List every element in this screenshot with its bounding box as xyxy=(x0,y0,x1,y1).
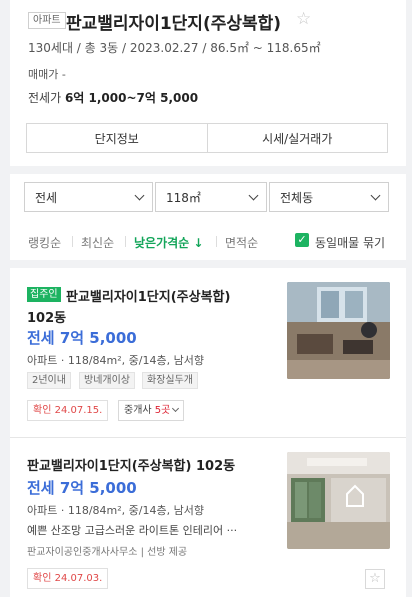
sale-price-line: 매매가 - xyxy=(28,66,66,82)
favorite-star-icon[interactable]: ☆ xyxy=(365,569,385,589)
sort-low-price[interactable]: 낮은가격순 ↓ xyxy=(134,234,203,251)
room-photo xyxy=(287,452,390,549)
listing-photo[interactable] xyxy=(287,452,390,549)
lease-price-line: 전세가 6억 1,000~7억 5,000 xyxy=(28,89,198,106)
feature-tag: 화장실두개 xyxy=(142,372,198,389)
sale-price-label: 매매가 xyxy=(28,68,59,81)
complex-title: 판교밸리자이1단지(주상복합) xyxy=(66,14,282,34)
agent-line: 판교자이공인중개사사무소 | 선방 제공 xyxy=(27,547,188,558)
listing-description: 예쁜 산조망 고급스러운 라이트톤 인테리어 ··· xyxy=(27,524,238,537)
lease-price-value: 6억 1,000~7억 5,000 xyxy=(64,91,199,105)
chevron-down-icon xyxy=(134,190,145,201)
complex-info-button[interactable]: 단지정보 xyxy=(27,124,207,152)
building-value: 전체동 xyxy=(280,190,314,205)
owner-badge: 집주인 xyxy=(27,287,61,302)
listing-price: 전세 7억 5,000 xyxy=(27,479,137,497)
listing-building: 102동 xyxy=(27,311,67,326)
checkbox-checked-icon[interactable]: ✓ xyxy=(295,233,309,247)
sort-arrow-icon: ↓ xyxy=(193,236,204,250)
listing-spec: 아파트 · 118/84m², 중/14층, 남서향 xyxy=(27,354,204,367)
chevron-down-icon xyxy=(248,190,259,201)
lease-price-label: 전세가 xyxy=(28,91,62,105)
living-room-photo xyxy=(287,282,390,379)
listing-title[interactable]: 판교밸리자이1단지(주상복합) 102동 xyxy=(27,455,235,474)
sort-latest[interactable]: 최신순 xyxy=(81,234,114,251)
feature-tag: 방네개이상 xyxy=(79,372,135,389)
property-type-tag: 아파트 xyxy=(28,12,66,29)
price-history-button[interactable]: 시세/실거래가 xyxy=(206,124,388,152)
agent-count: 5곳 xyxy=(154,405,171,416)
listing-price: 전세 7억 5,000 xyxy=(27,329,137,347)
sort-low-price-label: 낮은가격순 xyxy=(134,236,190,250)
listing-panel: 아파트 판교밸리자이1단지(주상복합) ☆ 130세대 / 총 3동 / 202… xyxy=(10,0,406,597)
section-separator xyxy=(10,260,406,268)
confirm-date-badge: 확인 24.07.03. xyxy=(27,568,109,589)
area-select[interactable]: 118㎡ xyxy=(155,182,267,212)
agent-count-dropdown[interactable]: 중개사 5곳 xyxy=(118,400,185,421)
listing-photo[interactable] xyxy=(287,282,390,379)
favorite-star-icon[interactable]: ☆ xyxy=(296,9,311,29)
sort-area[interactable]: 면적순 xyxy=(225,234,258,251)
area-value: 118㎡ xyxy=(166,190,201,205)
section-separator xyxy=(10,166,406,174)
sort-divider xyxy=(72,236,73,247)
listing-title[interactable]: 판교밸리자이1단지(주상복합) xyxy=(66,286,230,305)
complex-meta: 130세대 / 총 3동 / 2023.02.27 / 86.5㎡ ~ 118.… xyxy=(28,41,321,55)
agent-prefix: 중개사 xyxy=(124,405,152,416)
feature-tag: 2년이내 xyxy=(27,372,71,389)
trade-type-select[interactable]: 전세 xyxy=(24,182,153,212)
group-same-label[interactable]: 동일매물 묶기 xyxy=(315,234,385,251)
sale-price-value: - xyxy=(61,68,66,81)
listing-divider xyxy=(10,437,406,438)
sort-divider xyxy=(125,236,126,247)
sort-ranking[interactable]: 랭킹순 xyxy=(28,234,61,251)
listing-spec: 아파트 · 118/84m², 중/14층, 남서향 xyxy=(27,504,204,517)
confirm-date-badge: 확인 24.07.15. xyxy=(27,400,109,421)
sort-divider xyxy=(216,236,217,247)
chevron-down-icon xyxy=(172,404,180,413)
chevron-down-icon xyxy=(370,190,381,201)
complex-button-row: 단지정보 시세/실거래가 xyxy=(26,123,388,153)
building-select[interactable]: 전체동 xyxy=(269,182,389,212)
trade-type-value: 전세 xyxy=(35,190,58,205)
